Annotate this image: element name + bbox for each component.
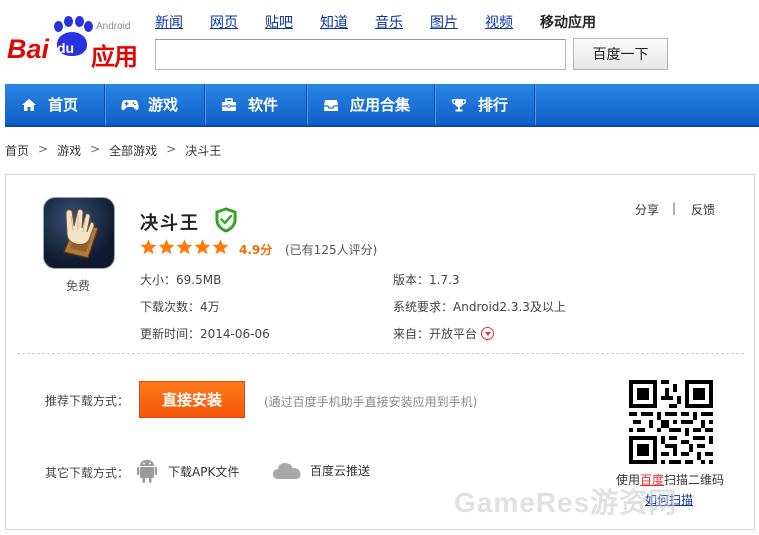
updated-value: 2014-06-06	[200, 327, 270, 341]
logo-text-bai: Bai	[7, 34, 50, 64]
feedback-link[interactable]: 反馈	[691, 201, 715, 218]
verified-shield-icon	[215, 207, 237, 233]
watermark: GameRes游资网	[454, 487, 678, 518]
topnav-video-link[interactable]: 视频	[485, 12, 513, 32]
breadcrumb-current: 决斗王	[185, 144, 222, 158]
logo-text-app: 应用	[91, 43, 138, 71]
downloads-info: 下载次数：4万	[140, 298, 220, 315]
topnav-images-link[interactable]: 图片	[430, 12, 458, 32]
menu-item-ranking[interactable]: 排行	[435, 84, 535, 125]
topnav-news-link[interactable]: 新闻	[155, 12, 183, 32]
menu-item-home[interactable]: 首页	[5, 84, 105, 125]
menu-item-games[interactable]: 游戏	[105, 84, 205, 125]
menu-item-software[interactable]: 软件	[205, 84, 307, 125]
size-info: 大小：69.5MB	[140, 271, 221, 288]
topnav-zhidao-link[interactable]: 知道	[320, 12, 348, 32]
star-icon	[194, 239, 211, 255]
rating-count: (已有125人评分)	[285, 243, 378, 257]
source-value: 开放平台	[429, 327, 478, 341]
app-title: 决斗王	[140, 213, 200, 234]
size-value: 69.5MB	[176, 273, 222, 287]
cloud-push-label: 百度云推送	[310, 463, 371, 478]
download-apk-label: 下载APK文件	[168, 464, 240, 479]
menu-item-games-label: 游戏	[148, 96, 179, 114]
inbox-icon	[323, 98, 339, 112]
breadcrumb-separator: >	[90, 142, 101, 156]
rating-stars	[140, 239, 230, 255]
search-button[interactable]: 百度一下	[573, 38, 668, 70]
version-label: 版本：	[393, 273, 430, 287]
direct-install-button[interactable]: 直接安装	[139, 381, 245, 418]
breadcrumb-games[interactable]: 游戏	[57, 142, 81, 159]
menu-item-ranking-label: 排行	[478, 96, 509, 114]
install-note: (通过百度手机助手直接安装应用到手机)	[264, 395, 478, 409]
top-navigation: 新闻 网页 贴吧 知道 音乐 图片 视频 移动应用	[155, 12, 596, 32]
android-icon	[137, 460, 157, 483]
dropdown-arrow-icon[interactable]	[481, 327, 495, 340]
gamepad-icon	[121, 98, 139, 112]
topnav-mobile-apps-current: 移动应用	[540, 15, 596, 31]
downloads-value: 4万	[200, 300, 220, 314]
star-icon	[140, 239, 157, 255]
price-label: 免费	[66, 279, 91, 293]
menu-item-collections[interactable]: 应用合集	[307, 84, 435, 125]
menu-item-collections-label: 应用合集	[350, 96, 411, 114]
star-icon	[212, 239, 229, 255]
breadcrumb-separator: >	[38, 142, 49, 156]
logo-text-du: du	[57, 40, 75, 56]
requirement-info: 系统要求：Android2.3.3及以上	[393, 298, 566, 315]
requirement-value: Android2.3.3及以上	[453, 300, 566, 314]
cloud-icon	[273, 463, 301, 479]
trophy-icon	[451, 98, 467, 112]
baidu-cloud-push-link[interactable]: 百度云推送	[272, 460, 370, 480]
rating-score: 4.9分	[239, 243, 273, 257]
requirement-label: 系统要求：	[393, 300, 454, 314]
card-hand-icon	[63, 208, 99, 259]
section-divider	[17, 353, 744, 354]
source-info: 来自：开放平台	[393, 325, 495, 342]
source-label: 来自：	[393, 327, 430, 341]
home-icon	[21, 98, 37, 112]
baidu-app-logo[interactable]: Bai du Android 应用	[6, 10, 144, 71]
app-detail-card: 免费 决斗王 4.9分 (已有125人评分) 大小：69.5MB 下载次数：4万…	[5, 174, 755, 530]
version-value: 1.7.3	[429, 273, 460, 287]
search-input[interactable]	[155, 39, 566, 70]
topnav-music-link[interactable]: 音乐	[375, 12, 403, 32]
star-icon	[158, 239, 175, 255]
breadcrumb: 首页 > 游戏 > 全部游戏 > 决斗王	[5, 142, 221, 159]
topnav-tieba-link[interactable]: 贴吧	[265, 12, 293, 32]
breadcrumb-home[interactable]: 首页	[5, 142, 29, 159]
logo-android-label: Android	[96, 21, 131, 32]
topnav-web-link[interactable]: 网页	[210, 12, 238, 32]
breadcrumb-separator: >	[166, 142, 177, 156]
size-label: 大小：	[140, 273, 177, 287]
toolbox-icon	[221, 97, 237, 112]
updated-label: 更新时间：	[140, 327, 201, 341]
share-link[interactable]: 分享	[635, 201, 659, 218]
qr-code	[629, 380, 713, 464]
updated-info: 更新时间：2014-06-06	[140, 325, 270, 342]
main-menu-bar: 首页 游戏 软件 应用合集 排行	[5, 84, 759, 127]
menu-item-software-label: 软件	[248, 96, 279, 114]
menu-item-home-label: 首页	[48, 96, 79, 114]
download-apk-link[interactable]: 下载APK文件	[137, 458, 239, 484]
recommended-download-label: 推荐下载方式：	[45, 394, 130, 408]
app-icon	[43, 197, 115, 269]
action-separator: |	[672, 201, 677, 215]
version-info: 版本：1.7.3	[393, 271, 460, 288]
star-icon	[176, 239, 193, 255]
breadcrumb-all-games[interactable]: 全部游戏	[109, 142, 157, 159]
other-download-label: 其它下载方式：	[45, 466, 130, 480]
downloads-label: 下载次数：	[140, 300, 201, 314]
